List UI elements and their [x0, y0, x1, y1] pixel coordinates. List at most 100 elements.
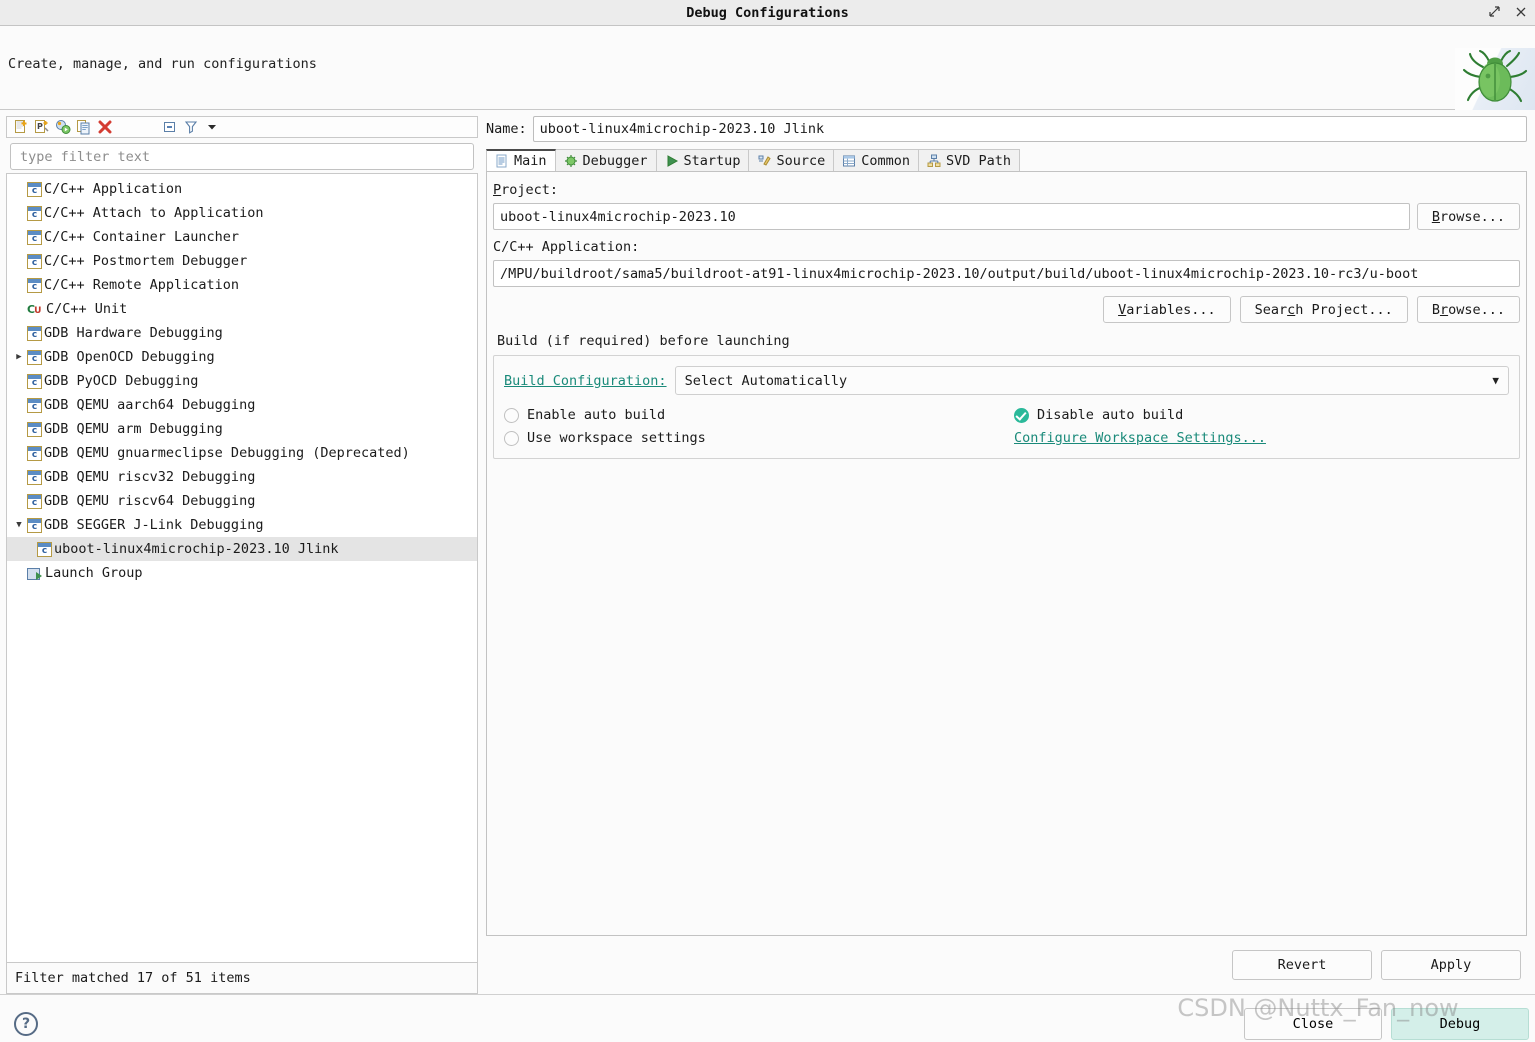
tree-item[interactable]: C/C++ Postmortem Debugger [7, 249, 477, 273]
maximize-icon[interactable] [1488, 5, 1501, 21]
tree-item-label: C/C++ Postmortem Debugger [44, 253, 248, 269]
radio-indicator [504, 430, 519, 446]
tab-source[interactable]: Source [748, 149, 835, 171]
application-buttons: Variables... Search Project... Browse... [493, 296, 1520, 323]
radio-use-workspace-settings[interactable]: Use workspace settings [504, 430, 1014, 446]
project-label: Project: [493, 182, 559, 198]
variables-button[interactable]: Variables... [1103, 296, 1231, 323]
configure-workspace-settings-link[interactable]: Configure Workspace Settings... [1014, 430, 1266, 446]
tree-item[interactable]: GDB QEMU aarch64 Debugging [7, 393, 477, 417]
tree-item[interactable]: GDB Hardware Debugging [7, 321, 477, 345]
tree-item-label: GDB QEMU aarch64 Debugging [44, 397, 256, 413]
tree-item-label: C/C++ Container Launcher [44, 229, 240, 245]
new-configuration-icon[interactable] [11, 118, 30, 136]
filter-input[interactable] [10, 143, 474, 170]
tree-item[interactable]: ▶ GDB OpenOCD Debugging [7, 345, 477, 369]
tree-item-label: C/C++ Application [44, 181, 183, 197]
collapse-all-icon[interactable] [160, 118, 179, 136]
search-project-button[interactable]: Search Project... [1239, 296, 1408, 323]
project-browse-button[interactable]: Browse... [1416, 203, 1520, 230]
project-input[interactable] [493, 203, 1410, 230]
tree-item[interactable]: ▼ GDB SEGGER J-Link Debugging [7, 513, 477, 537]
name-row: Name: [486, 116, 1527, 142]
close-button[interactable]: Close [1244, 1007, 1382, 1040]
new-launch-group-icon[interactable] [53, 118, 72, 136]
tree-item-label: GDB SEGGER J-Link Debugging [44, 517, 264, 533]
tab-label: Source [776, 152, 826, 169]
tab-debugger[interactable]: Debugger [554, 149, 657, 171]
apply-button[interactable]: Apply [1381, 950, 1521, 980]
tree-item[interactable]: C/C++ Container Launcher [7, 225, 477, 249]
tree-item-label: C/C++ Attach to Application [44, 205, 264, 221]
tree-item-label: GDB PyOCD Debugging [44, 373, 199, 389]
c-launch-icon [27, 277, 42, 293]
configure-workspace-settings-row: Configure Workspace Settings... [1014, 430, 1509, 446]
tree-item[interactable]: GDB QEMU arm Debugging [7, 417, 477, 441]
tab-common[interactable]: Common [833, 149, 920, 171]
debug-button[interactable]: Debug [1391, 1007, 1529, 1040]
tab-label: Startup [683, 152, 741, 169]
window-title: Debug Configurations [686, 4, 849, 21]
project-row: Browse... [493, 203, 1520, 230]
new-prototype-icon[interactable]: P [32, 118, 51, 136]
cunit-icon: CU [27, 302, 41, 316]
filter-icon[interactable] [181, 118, 200, 136]
tree-item[interactable]: C/C++ Remote Application [7, 273, 477, 297]
footer-buttons: Close Debug [1244, 1007, 1529, 1040]
page-icon [495, 154, 509, 168]
name-label: Name: [486, 121, 527, 137]
chevron-right-icon[interactable]: ▶ [11, 352, 27, 362]
build-configuration-combo[interactable]: Select Automatically ▼ [674, 366, 1509, 395]
dialog-body: P C/C++ ApplicationC [0, 110, 1535, 994]
tree-item[interactable]: GDB QEMU gnuarmeclipse Debugging (Deprec… [7, 441, 477, 465]
window-controls [1488, 0, 1527, 26]
radio-indicator [504, 407, 519, 423]
tree-item[interactable]: C/C++ Attach to Application [7, 201, 477, 225]
radio-enable-auto-build[interactable]: Enable auto build [504, 407, 1014, 423]
c-launch-icon [27, 469, 42, 485]
configurations-panel: P C/C++ ApplicationC [6, 116, 478, 994]
tree-item-label: Launch Group [45, 565, 143, 581]
chevron-down-icon[interactable]: ▼ [11, 520, 27, 530]
c-launch-icon [37, 541, 52, 557]
c-launch-icon [27, 325, 42, 341]
application-input[interactable] [493, 260, 1520, 287]
tree-item[interactable]: Launch Group [7, 561, 477, 585]
tab-bar: Main Debugger Startup Source Common SVD Path [486, 149, 1527, 172]
tree-item[interactable]: GDB QEMU riscv64 Debugging [7, 489, 477, 513]
c-launch-icon [27, 229, 42, 245]
tree-item[interactable]: GDB PyOCD Debugging [7, 369, 477, 393]
tree-item-label: GDB Hardware Debugging [44, 325, 223, 341]
tree-item[interactable]: GDB QEMU riscv32 Debugging [7, 465, 477, 489]
revert-button[interactable]: Revert [1232, 950, 1372, 980]
c-launch-icon [27, 253, 42, 269]
table-icon [842, 154, 856, 168]
c-launch-icon [27, 373, 42, 389]
application-browse-button[interactable]: Browse... [1416, 296, 1520, 323]
configurations-tree[interactable]: C/C++ Application C/C++ Attach to Applica… [6, 173, 478, 962]
close-icon[interactable] [1515, 6, 1527, 21]
delete-icon[interactable] [95, 118, 114, 136]
radio-indicator-checked [1014, 407, 1029, 423]
configuration-name-input[interactable] [532, 116, 1527, 142]
tree-item-label: GDB QEMU arm Debugging [44, 421, 223, 437]
duplicate-icon[interactable] [74, 118, 93, 136]
help-icon[interactable]: ? [14, 1011, 38, 1036]
filter-field-wrap [6, 138, 478, 173]
source-pencil-icon [757, 154, 772, 168]
tab-svd-path[interactable]: SVD Path [918, 149, 1021, 171]
dialog-header: Create, manage, and run configurations [0, 26, 1535, 110]
radio-disable-auto-build[interactable]: Disable auto build [1014, 407, 1509, 423]
build-configuration-link[interactable]: Build Configuration: [504, 373, 667, 389]
tree-item-label: GDB QEMU riscv32 Debugging [44, 469, 256, 485]
tab-startup[interactable]: Startup [655, 149, 750, 171]
tree-item[interactable]: uboot-linux4microchip-2023.10 Jlink [7, 537, 477, 561]
tree-item[interactable]: C/C++ Application [7, 177, 477, 201]
c-launch-icon [27, 397, 42, 413]
view-menu-icon[interactable] [202, 118, 221, 136]
c-launch-icon [27, 349, 42, 365]
revert-apply-row: Revert Apply [486, 936, 1527, 994]
tree-item[interactable]: CU C/C++ Unit [7, 297, 477, 321]
radio-label: Use workspace settings [527, 430, 706, 446]
tab-main[interactable]: Main [486, 149, 556, 171]
